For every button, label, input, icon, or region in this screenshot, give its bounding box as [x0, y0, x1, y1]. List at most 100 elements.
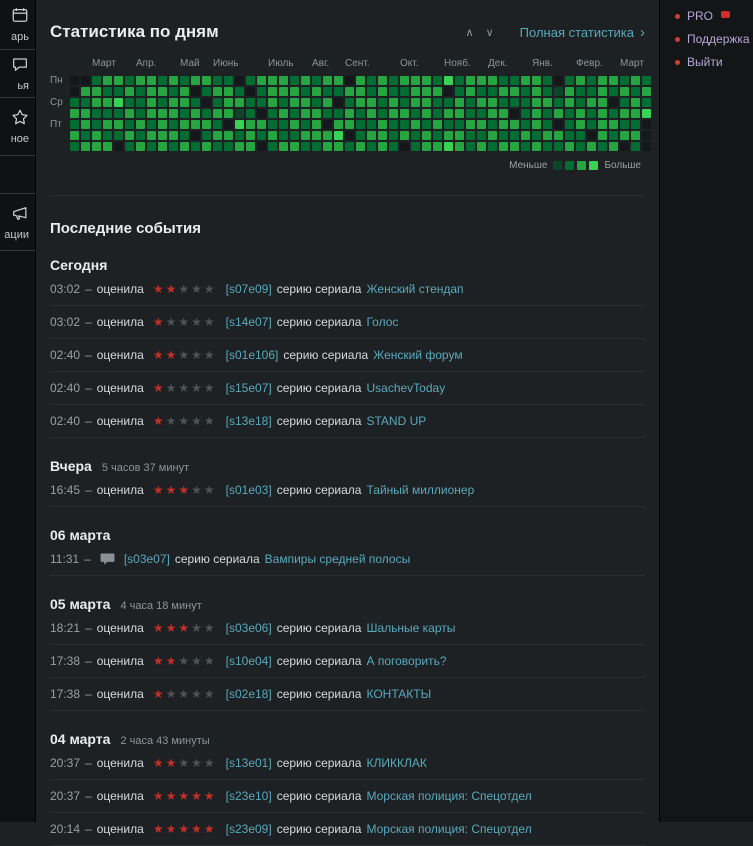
heatmap-cell[interactable] [301, 109, 310, 118]
heatmap-cell[interactable] [356, 142, 365, 151]
episode-link[interactable]: [s03e06] [226, 621, 272, 635]
heatmap-cell[interactable] [81, 98, 90, 107]
menu-item-label[interactable]: PRO [687, 9, 713, 23]
heatmap-cell[interactable] [510, 109, 519, 118]
heatmap-cell[interactable] [323, 120, 332, 129]
heatmap-cell[interactable] [345, 98, 354, 107]
heatmap-cell[interactable] [290, 109, 299, 118]
show-link[interactable]: Морская полиция: Спецотдел [366, 822, 531, 836]
heatmap-cell[interactable] [378, 109, 387, 118]
heatmap-cell[interactable] [587, 120, 596, 129]
heatmap-cell[interactable] [235, 120, 244, 129]
heatmap-cell[interactable] [125, 87, 134, 96]
heatmap-cell[interactable] [158, 120, 167, 129]
heatmap-cell[interactable] [598, 142, 607, 151]
heatmap-cell[interactable] [389, 120, 398, 129]
heatmap-cell[interactable] [268, 120, 277, 129]
heatmap-cell[interactable] [466, 98, 475, 107]
heatmap-cell[interactable] [323, 98, 332, 107]
heatmap-cell[interactable] [257, 76, 266, 85]
heatmap-cell[interactable] [499, 142, 508, 151]
heatmap-cell[interactable] [213, 98, 222, 107]
show-link[interactable]: КОНТАКТЫ [366, 687, 431, 701]
heatmap-cell[interactable] [191, 131, 200, 140]
show-link[interactable]: UsachevToday [366, 381, 445, 395]
heatmap-cell[interactable] [620, 109, 629, 118]
heatmap-cell[interactable] [587, 87, 596, 96]
episode-link[interactable]: [s15e07] [226, 381, 272, 395]
heatmap-cell[interactable] [587, 76, 596, 85]
heatmap-cell[interactable] [422, 120, 431, 129]
heatmap-cell[interactable] [378, 142, 387, 151]
heatmap-cell[interactable] [433, 142, 442, 151]
heatmap-cell[interactable] [422, 76, 431, 85]
heatmap-cell[interactable] [158, 87, 167, 96]
heatmap-cell[interactable] [488, 76, 497, 85]
menu-item-label[interactable]: Выйти [687, 55, 723, 69]
heatmap-cell[interactable] [411, 120, 420, 129]
heatmap-cell[interactable] [433, 131, 442, 140]
heatmap-cell[interactable] [290, 76, 299, 85]
heatmap-cell[interactable] [466, 87, 475, 96]
heatmap-cell[interactable] [279, 131, 288, 140]
heatmap-cell[interactable] [422, 109, 431, 118]
heatmap-cell[interactable] [356, 120, 365, 129]
heatmap-cell[interactable] [389, 98, 398, 107]
heatmap-cell[interactable] [565, 87, 574, 96]
heatmap-cell[interactable] [356, 76, 365, 85]
heatmap-cell[interactable] [422, 87, 431, 96]
heatmap-cell[interactable] [246, 120, 255, 129]
heatmap-cell[interactable] [345, 109, 354, 118]
episode-link[interactable]: [s23e09] [226, 822, 272, 836]
sidebar-item-3[interactable]: ации [0, 194, 35, 251]
heatmap-cell[interactable] [521, 87, 530, 96]
heatmap-cell[interactable] [411, 98, 420, 107]
heatmap-cell[interactable] [609, 131, 618, 140]
heatmap-cell[interactable] [158, 131, 167, 140]
heatmap-cell[interactable] [609, 109, 618, 118]
heatmap-cell[interactable] [367, 142, 376, 151]
episode-link[interactable]: [s13e18] [226, 414, 272, 428]
heatmap-cell[interactable] [389, 76, 398, 85]
menu-item-поддержка[interactable]: Поддержка [675, 32, 753, 46]
heatmap-cell[interactable] [224, 142, 233, 151]
heatmap-cell[interactable] [224, 87, 233, 96]
heatmap-cell[interactable] [367, 87, 376, 96]
heatmap-cell[interactable] [400, 76, 409, 85]
heatmap-cell[interactable] [576, 76, 585, 85]
heatmap-cell[interactable] [147, 131, 156, 140]
episode-link[interactable]: [s23e10] [226, 789, 272, 803]
heatmap-cell[interactable] [268, 142, 277, 151]
heatmap-cell[interactable] [367, 120, 376, 129]
heatmap-cell[interactable] [202, 120, 211, 129]
heatmap-cell[interactable] [455, 98, 464, 107]
heatmap-cell[interactable] [554, 109, 563, 118]
heatmap-cell[interactable] [543, 87, 552, 96]
heatmap-cell[interactable] [433, 76, 442, 85]
heatmap-cell[interactable] [202, 142, 211, 151]
heatmap-cell[interactable] [620, 87, 629, 96]
heatmap-cell[interactable] [367, 131, 376, 140]
heatmap-cell[interactable] [323, 131, 332, 140]
heatmap-cell[interactable] [378, 87, 387, 96]
heatmap-cell[interactable] [136, 131, 145, 140]
heatmap-cell[interactable] [213, 87, 222, 96]
heatmap-cell[interactable] [70, 109, 79, 118]
heatmap-cell[interactable] [81, 109, 90, 118]
show-link[interactable]: Вампиры средней полосы [265, 552, 411, 566]
heatmap-cell[interactable] [290, 142, 299, 151]
heatmap-cell[interactable] [70, 98, 79, 107]
heatmap-cell[interactable] [323, 109, 332, 118]
heatmap-cell[interactable] [620, 131, 629, 140]
heatmap-cell[interactable] [301, 87, 310, 96]
heatmap-cell[interactable] [587, 131, 596, 140]
heatmap-cell[interactable] [466, 120, 475, 129]
heatmap-cell[interactable] [466, 131, 475, 140]
heatmap-cell[interactable] [213, 142, 222, 151]
heatmap-cell[interactable] [268, 98, 277, 107]
heatmap-cell[interactable] [158, 109, 167, 118]
heatmap-cell[interactable] [180, 109, 189, 118]
heatmap-cell[interactable] [543, 142, 552, 151]
heatmap-cell[interactable] [598, 76, 607, 85]
heatmap-cell[interactable] [499, 109, 508, 118]
